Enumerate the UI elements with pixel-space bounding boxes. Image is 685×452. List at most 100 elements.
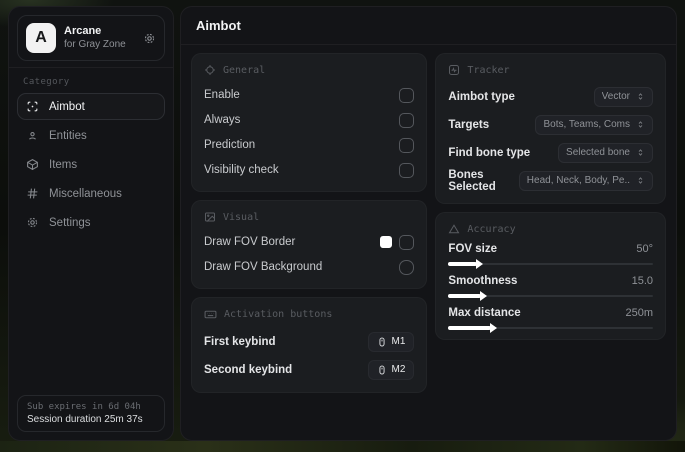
mouse-icon bbox=[377, 364, 387, 376]
smoothness-slider[interactable] bbox=[448, 291, 653, 301]
package-icon bbox=[26, 158, 39, 171]
fov-size-slider[interactable] bbox=[448, 259, 653, 269]
visibility-check-checkbox[interactable] bbox=[399, 162, 415, 178]
sidebar: A Arcane for Gray Zone Category Aimbot E… bbox=[8, 6, 174, 441]
setting-row-prediction: Prediction bbox=[204, 134, 415, 156]
sidebar-item-settings[interactable]: Settings bbox=[17, 209, 165, 236]
sidebar-item-entities[interactable]: Entities bbox=[17, 122, 165, 149]
slider-header: Smoothness 15.0 bbox=[448, 275, 653, 287]
slider-smoothness: Smoothness 15.0 bbox=[448, 275, 653, 301]
sidebar-header-wrap: A Arcane for Gray Zone bbox=[9, 7, 173, 68]
max-distance-slider[interactable] bbox=[448, 323, 653, 333]
panel-title: Activation buttons bbox=[224, 309, 333, 320]
main-pane: Aimbot General Enable Always Prediction … bbox=[180, 6, 677, 441]
select-value: Vector bbox=[601, 91, 630, 102]
left-column: General Enable Always Prediction Visibil… bbox=[191, 53, 428, 393]
setting-label: Draw FOV Border bbox=[204, 236, 296, 248]
subscription-status-box: Sub expires in 6d 04h Session duration 2… bbox=[17, 395, 165, 432]
sidebar-nav: Aimbot Entities Items Miscellaneous Sett… bbox=[9, 91, 173, 387]
sidebar-item-miscellaneous[interactable]: Miscellaneous bbox=[17, 180, 165, 207]
slider-value: 15.0 bbox=[631, 275, 653, 287]
app-header: A Arcane for Gray Zone bbox=[17, 15, 165, 61]
keybind-value: M1 bbox=[391, 336, 406, 347]
panel-visual-header: Visual bbox=[204, 211, 414, 223]
select-value: Selected bone bbox=[566, 147, 630, 158]
slider-fill bbox=[448, 291, 487, 301]
setting-row-targets: Targets Bots, Teams, Coms bbox=[448, 112, 653, 137]
bones-selected-select[interactable]: Head, Neck, Body, Pe.. bbox=[518, 170, 653, 191]
sidebar-item-aimbot[interactable]: Aimbot bbox=[17, 93, 165, 120]
panel-general-header: General bbox=[204, 64, 414, 76]
panel-title: Accuracy bbox=[467, 223, 516, 235]
keyboard-icon bbox=[204, 308, 217, 321]
setting-label: Bones Selected bbox=[448, 168, 496, 193]
app-meta: Arcane for Gray Zone bbox=[64, 25, 135, 51]
setting-row-draw-fov-background: Draw FOV Background bbox=[204, 256, 415, 278]
sidebar-item-items[interactable]: Items bbox=[17, 151, 165, 178]
setting-row-enable: Enable bbox=[204, 84, 415, 106]
panel-activation-buttons: Activation buttons First keybind M1 Seco… bbox=[191, 297, 428, 393]
slider-label: Smoothness bbox=[448, 275, 518, 287]
person-scan-icon bbox=[26, 129, 39, 142]
always-checkbox[interactable] bbox=[399, 112, 415, 128]
app-subtitle: for Gray Zone bbox=[64, 38, 126, 50]
setting-label: Aimbot type bbox=[448, 90, 515, 103]
slider-fill bbox=[448, 323, 498, 333]
app-logo: A bbox=[26, 23, 56, 53]
page-title: Aimbot bbox=[196, 18, 241, 33]
sidebar-item-label: Items bbox=[49, 158, 78, 171]
draw-fov-border-checkbox[interactable] bbox=[399, 234, 415, 250]
slider-label: FOV size bbox=[448, 243, 497, 255]
slider-value: 50° bbox=[636, 243, 653, 255]
right-column: Tracker Aimbot type Vector Targets Bots,… bbox=[435, 53, 666, 340]
second-keybind-button[interactable]: M2 bbox=[367, 359, 415, 380]
image-icon bbox=[204, 211, 216, 223]
chevrons-up-down-icon bbox=[636, 120, 645, 129]
panel-title: General bbox=[223, 64, 266, 76]
setting-row-visibility-check: Visibility check bbox=[204, 159, 415, 181]
sidebar-item-label: Aimbot bbox=[49, 100, 85, 113]
setting-label: Draw FOV Background bbox=[204, 261, 323, 273]
sidebar-item-label: Settings bbox=[49, 216, 91, 229]
setting-row-aimbot-type: Aimbot type Vector bbox=[448, 84, 653, 109]
find-bone-type-select[interactable]: Selected bone bbox=[558, 142, 653, 163]
main-header: Aimbot bbox=[181, 7, 676, 45]
crosshair-focus-icon bbox=[26, 100, 39, 113]
gear-icon[interactable] bbox=[143, 32, 156, 45]
slider-label: Max distance bbox=[448, 307, 521, 319]
targets-select[interactable]: Bots, Teams, Coms bbox=[535, 114, 653, 135]
panel-visual: Visual Draw FOV Border Draw FOV Backgrou… bbox=[191, 200, 428, 289]
aimbot-type-select[interactable]: Vector bbox=[593, 86, 653, 107]
triangle-icon bbox=[448, 223, 460, 235]
fov-border-color-swatch[interactable] bbox=[380, 236, 393, 248]
enable-checkbox[interactable] bbox=[399, 87, 415, 103]
sub-expires-text: Sub expires in 6d 04h bbox=[27, 402, 141, 412]
keybind-value: M2 bbox=[391, 364, 406, 375]
setting-label: Visibility check bbox=[204, 164, 279, 176]
panel-general: General Enable Always Prediction Visibil… bbox=[191, 53, 428, 192]
slider-header: Max distance 250m bbox=[448, 307, 653, 319]
sidebar-item-label: Entities bbox=[49, 129, 87, 142]
select-value: Bots, Teams, Coms bbox=[543, 119, 630, 130]
panel-tracker-header: Tracker bbox=[448, 64, 653, 76]
slider-max-distance: Max distance 250m bbox=[448, 307, 653, 333]
setting-row-bones-selected: Bones Selected Head, Neck, Body, Pe.. bbox=[448, 168, 653, 193]
mouse-icon bbox=[377, 336, 387, 348]
panel-accuracy-header: Accuracy bbox=[448, 223, 653, 235]
slider-header: FOV size 50° bbox=[448, 243, 653, 255]
setting-label: Always bbox=[204, 114, 241, 126]
panel-title: Visual bbox=[223, 211, 260, 223]
chevrons-up-down-icon bbox=[636, 92, 645, 101]
setting-label: Find bone type bbox=[448, 146, 531, 159]
first-keybind-button[interactable]: M1 bbox=[367, 331, 415, 352]
prediction-checkbox[interactable] bbox=[399, 137, 415, 153]
draw-fov-background-checkbox[interactable] bbox=[399, 259, 415, 275]
panel-activation-header: Activation buttons bbox=[204, 308, 414, 321]
slider-fov-size: FOV size 50° bbox=[448, 243, 653, 269]
chevrons-up-down-icon bbox=[636, 148, 645, 157]
session-duration-text: Session duration 25m 37s bbox=[27, 414, 143, 425]
setting-label: Second keybind bbox=[204, 363, 293, 376]
chevrons-up-down-icon bbox=[636, 176, 645, 185]
setting-row-always: Always bbox=[204, 109, 415, 131]
setting-row-first-keybind: First keybind M1 bbox=[204, 329, 415, 354]
